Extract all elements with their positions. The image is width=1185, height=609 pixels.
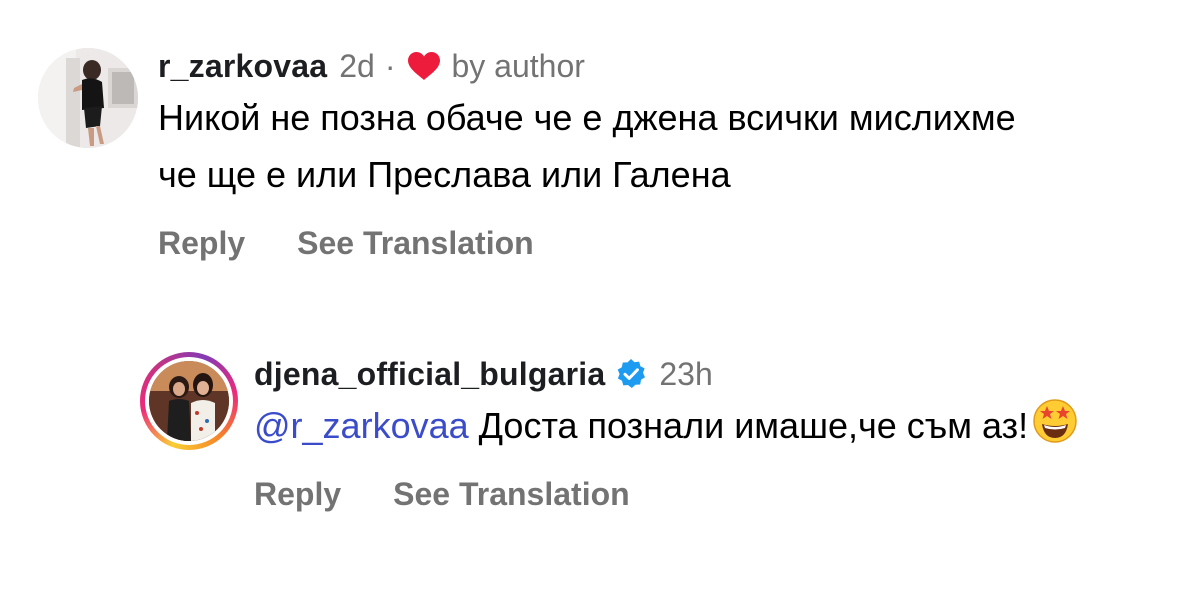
comment: r_zarkovaa 2d · by author Никой не позна… <box>38 44 1138 262</box>
comment-text: Никой не позна обаче че е джена всички м… <box>158 97 1026 195</box>
see-translation-button[interactable]: See Translation <box>393 476 630 513</box>
timestamp: 2d <box>339 47 375 84</box>
comment-meta: djena_official_bulgaria 23h <box>254 352 1154 396</box>
separator-dot: · <box>384 47 396 84</box>
timestamp: 23h <box>659 355 713 392</box>
avatar[interactable] <box>38 48 138 148</box>
avatar-image <box>38 48 138 148</box>
avatar-border <box>145 357 233 445</box>
reply-comment: djena_official_bulgaria 23h @r_zarkovaa … <box>140 352 1140 513</box>
avatar-image <box>149 361 229 441</box>
reply-button[interactable]: Reply <box>158 225 245 262</box>
story-ring-avatar[interactable] <box>140 352 238 450</box>
comment-text-body: Доста познали имаше,че съм аз! <box>468 405 1029 446</box>
heart-icon <box>407 51 441 81</box>
mention-link[interactable]: @r_zarkovaa <box>254 405 469 446</box>
avatar-photo <box>38 48 138 148</box>
comment-actions: Reply See Translation <box>158 225 1138 262</box>
comment-text: @r_zarkovaa Доста познали имаше,че съм а… <box>254 397 1154 454</box>
avatar-photo <box>149 361 229 441</box>
liked-by-author-label: by author <box>451 47 585 84</box>
verified-badge-icon <box>615 358 647 390</box>
comment-meta: r_zarkovaa 2d · by author <box>158 44 1138 88</box>
username[interactable]: r_zarkovaa <box>158 48 327 85</box>
star-struck-emoji-icon <box>1032 398 1078 444</box>
comment-body: r_zarkovaa 2d · by author Никой не позна… <box>158 44 1138 262</box>
username[interactable]: djena_official_bulgaria <box>254 356 605 393</box>
reply-button[interactable]: Reply <box>254 476 341 513</box>
see-translation-button[interactable]: See Translation <box>297 225 534 262</box>
comment-actions: Reply See Translation <box>254 476 1154 513</box>
comment-body: djena_official_bulgaria 23h @r_zarkovaa … <box>254 352 1154 513</box>
